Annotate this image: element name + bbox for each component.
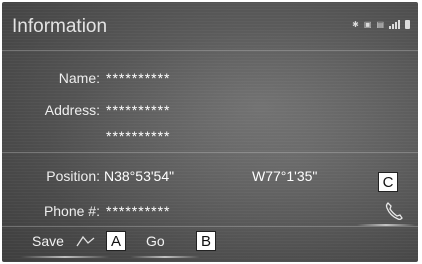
vehicle-signal-icon: ▣ — [363, 20, 372, 29]
save-button-underline — [20, 256, 110, 258]
go-button-label: Go — [146, 233, 165, 249]
route-icon — [76, 235, 95, 247]
address-value-line2: ********** — [106, 128, 171, 144]
address-divider — [2, 152, 418, 153]
callout-a: A — [106, 231, 126, 251]
phone-value: ********** — [106, 203, 171, 219]
footer-divider — [2, 226, 418, 227]
bluetooth-icon: ✱ — [352, 20, 359, 29]
battery-icon — [405, 20, 410, 29]
latitude-value: N38°53'54" — [104, 168, 175, 184]
address-value-line1: ********** — [106, 102, 171, 118]
address-label: Address: — [44, 102, 100, 118]
save-button-label: Save — [32, 233, 64, 249]
phone-icon — [385, 202, 403, 221]
status-bar: ✱ ▣ ▤ — [352, 20, 410, 29]
name-value: ********** — [106, 70, 171, 86]
longitude-value: W77°1'35" — [252, 168, 318, 184]
information-screen: Information ✱ ▣ ▤ Name: ********** Addre… — [2, 2, 418, 262]
data-signal-icon: ▤ — [376, 20, 384, 29]
save-button[interactable]: Save — [32, 233, 64, 249]
go-button[interactable]: Go — [146, 233, 165, 249]
signal-strength-icon — [389, 20, 400, 29]
callout-c: C — [378, 172, 398, 192]
position-label: Position: — [46, 168, 100, 184]
name-label: Name: — [58, 70, 100, 86]
phone-label: Phone #: — [43, 203, 100, 219]
header-divider — [2, 50, 418, 51]
page-title: Information — [12, 16, 108, 37]
go-button-underline — [130, 256, 200, 258]
callout-b: B — [196, 231, 216, 251]
map-background — [2, 2, 418, 262]
call-button[interactable] — [383, 200, 407, 224]
